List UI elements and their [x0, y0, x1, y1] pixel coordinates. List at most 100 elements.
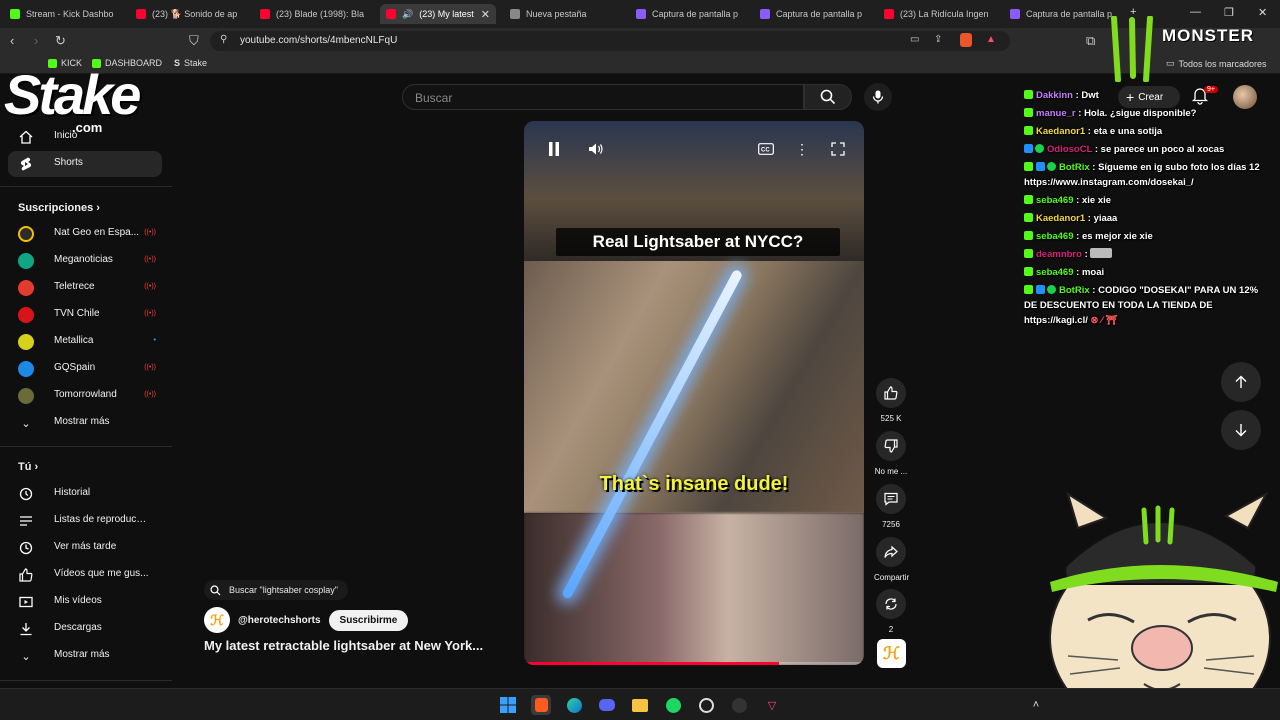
file-explorer-icon[interactable] — [630, 695, 650, 715]
sidebar-item-subscription[interactable]: Nat Geo en Espa... ((•)) — [8, 221, 162, 247]
browser-tab[interactable]: Captura de pantalla p — [760, 4, 864, 24]
browser-tab[interactable]: (23) 🐕 Sonido de ap — [136, 4, 248, 24]
channel-thumbnail-icon[interactable]: ℋ — [877, 639, 906, 668]
search-input[interactable]: Buscar — [415, 91, 452, 105]
tray-chevron-up-icon[interactable]: ˄ — [1026, 695, 1046, 715]
app-icon[interactable] — [696, 695, 716, 715]
dislike-button[interactable] — [876, 431, 906, 461]
bookmarks-bar: KICK DASHBOARD S Stake ▭ Todos los marcado… — [0, 54, 1280, 74]
like-button[interactable] — [876, 378, 906, 408]
sidebar-item-subscription[interactable]: Teletrece ((•)) — [8, 275, 162, 301]
channel-avatar — [18, 226, 34, 242]
close-tab-icon[interactable]: ✕ — [481, 8, 490, 21]
you-section-title[interactable]: Tú › — [18, 461, 38, 473]
forward-icon[interactable]: › — [34, 33, 38, 48]
comments-action[interactable]: 7256 — [874, 484, 908, 529]
back-icon[interactable]: ‹ — [10, 33, 14, 48]
windows-start-icon[interactable] — [498, 695, 518, 715]
discord-icon[interactable] — [597, 695, 617, 715]
share-button[interactable] — [876, 537, 906, 567]
brave-shield-icon[interactable] — [960, 33, 972, 47]
chevron-right-icon: › — [34, 461, 39, 473]
browser-tab[interactable]: Captura de pantalla p — [1010, 4, 1114, 24]
sidebar-divider — [0, 186, 172, 187]
sidebar-item-subscription[interactable]: TVN Chile ((•)) — [8, 302, 162, 328]
comments-button[interactable] — [876, 484, 906, 514]
remix-icon — [885, 598, 897, 610]
game-app-icon[interactable]: ▽ — [762, 695, 782, 715]
extensions-icon[interactable]: ⧉ — [1086, 33, 1095, 49]
obs-icon[interactable] — [729, 695, 749, 715]
video-title[interactable]: My latest retractable lightsaber at New … — [204, 638, 483, 653]
remix-button[interactable] — [876, 589, 906, 619]
cast-icon[interactable]: ▭ — [910, 34, 919, 45]
screenshot-favicon-icon — [1010, 9, 1020, 19]
sidebar-item-downloads[interactable]: Descargas — [8, 616, 162, 642]
browser-tab[interactable]: Stream - Kick Dashbo — [10, 4, 122, 24]
chevron-right-icon: › — [96, 202, 100, 214]
remix-action[interactable]: 2 — [874, 589, 908, 634]
new-tab-favicon-icon — [510, 9, 520, 19]
sidebar-item-subscription[interactable]: GQSpain ((•)) — [8, 356, 162, 382]
sidebar-item-shorts[interactable]: Shorts — [8, 151, 162, 177]
monster-claw-icon — [1111, 16, 1153, 82]
video-progress-bar[interactable] — [524, 662, 864, 665]
chevron-down-icon: ⌄ — [21, 417, 31, 430]
brave-rewards-icon[interactable]: ▲ — [986, 34, 996, 45]
previous-short-button[interactable] — [1221, 362, 1261, 402]
related-search-chip[interactable]: Buscar "lightsaber cosplay" — [204, 580, 348, 600]
subscriptions-title[interactable]: Suscripciones › — [18, 202, 100, 214]
search-box[interactable]: Buscar — [402, 84, 804, 110]
sidebar-item-subscription[interactable]: Tomorrowland ((•)) — [8, 383, 162, 409]
sidebar-item-watch-later[interactable]: Ver más tarde — [8, 535, 162, 561]
volume-button[interactable] — [586, 139, 606, 159]
voice-search-button[interactable] — [864, 83, 892, 111]
browser-tab-active[interactable]: 🔊 (23) My latest ✕ — [380, 4, 496, 24]
edge-browser-icon[interactable] — [564, 695, 584, 715]
spotify-icon[interactable] — [663, 695, 683, 715]
sidebar-divider — [0, 680, 172, 681]
bookmark-icon[interactable]: ⛉ — [189, 33, 199, 49]
closed-captions-icon: CC — [758, 143, 774, 155]
channel-name[interactable]: @herotechshorts — [238, 615, 321, 626]
channel-avatar — [18, 307, 34, 323]
pause-button[interactable] — [544, 139, 564, 159]
brave-browser-icon[interactable] — [531, 695, 551, 715]
chat-message: Kaedanor1 : eta e una sotija — [1024, 124, 1272, 139]
video-caption-bottom: That`s insane dude! — [599, 473, 789, 495]
captions-button[interactable]: CC — [756, 139, 776, 159]
fullscreen-button[interactable] — [828, 139, 848, 159]
sidebar-item-subscription[interactable]: Metallica • — [8, 329, 162, 355]
browser-tab[interactable]: Captura de pantalla p — [636, 4, 740, 24]
browser-tab[interactable]: (23) Blade (1998): Bla — [260, 4, 372, 24]
browser-tab[interactable]: Nueva pestaña — [510, 4, 620, 24]
search-button[interactable] — [804, 84, 852, 110]
reload-icon[interactable]: ↻ — [55, 33, 66, 49]
site-info-icon[interactable]: ⚲ — [220, 34, 227, 45]
sidebar-show-more[interactable]: ⌄ Mostrar más — [8, 410, 162, 436]
share-action[interactable]: Compartir — [874, 537, 909, 582]
video-caption-top: Real Lightsaber at NYCC? — [556, 228, 840, 256]
sidebar-show-more[interactable]: ⌄ Mostrar más — [8, 643, 162, 669]
kick-badge-icon — [1024, 285, 1033, 294]
bookmark-stake[interactable]: S Stake — [174, 58, 207, 68]
arrow-down-icon — [1235, 424, 1247, 437]
more-options-button[interactable]: ⋮ — [792, 139, 812, 159]
short-video-player[interactable]: Real Lightsaber at NYCC? That`s insane d… — [524, 121, 864, 665]
share-icon — [884, 545, 898, 558]
svg-text:CC: CC — [761, 148, 770, 154]
dislike-action[interactable]: No me ... — [874, 431, 908, 476]
sidebar-item-playlists[interactable]: Listas de reproducc... — [8, 508, 162, 534]
channel-avatar[interactable]: ℋ — [204, 607, 230, 633]
share-page-icon[interactable]: ⇪ — [934, 34, 942, 45]
sidebar-item-subscription[interactable]: Meganoticias ((•)) — [8, 248, 162, 274]
next-short-button[interactable] — [1221, 410, 1261, 450]
like-action[interactable]: 525 K — [874, 378, 908, 423]
stream-chat-overlay: Dakkinn : Dwt manue_r : Hola. ¿sigue dis… — [1024, 88, 1272, 331]
sidebar-item-history[interactable]: Historial — [8, 481, 162, 507]
subscribe-button[interactable]: Suscribirme — [328, 609, 409, 631]
sidebar-item-your-videos[interactable]: Mis vídeos — [8, 589, 162, 615]
address-bar[interactable]: ⚲ youtube.com/shorts/4mbencNLFqU ▭ ⇪ ▲ — [210, 31, 1010, 51]
browser-tab[interactable]: (23) La Ridícula Ingen — [884, 4, 990, 24]
sidebar-item-liked-videos[interactable]: Vídeos que me gus... — [8, 562, 162, 588]
